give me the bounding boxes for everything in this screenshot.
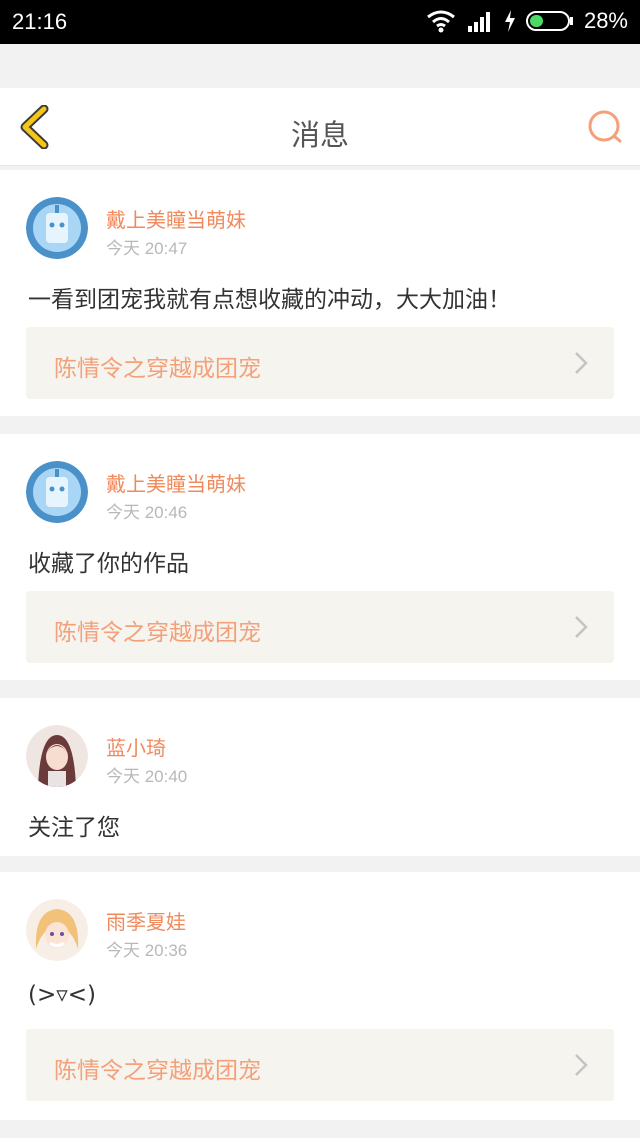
username[interactable]: 蓝小琦 — [106, 732, 166, 761]
message-card: 蓝小琦 今天 20:40 关注了您 — [0, 698, 640, 856]
search-icon — [588, 110, 622, 143]
timestamp: 今天 20:47 — [106, 239, 188, 258]
user-avatar-image — [26, 899, 88, 961]
timestamp: 今天 20:46 — [106, 503, 188, 522]
username[interactable]: 戴上美瞳当萌妹 — [106, 468, 246, 497]
book-title: 陈情令之穿越成团宠 — [54, 620, 261, 646]
avatar[interactable] — [26, 725, 88, 787]
status-time: 21:16 — [12, 9, 68, 34]
timestamp: 今天 20:36 — [106, 941, 188, 960]
chevron-right-icon — [575, 616, 588, 638]
message-card: 戴上美瞳当萌妹 今天 20:46 收藏了你的作品 陈情令之穿越成团宠 — [0, 434, 640, 680]
username[interactable]: 戴上美瞳当萌妹 — [106, 204, 246, 233]
app-header: 消息 — [0, 88, 640, 166]
signal-icon — [467, 12, 490, 32]
timestamp: 今天 20:40 — [106, 767, 188, 786]
avatar[interactable] — [26, 461, 88, 523]
book-link[interactable]: 陈情令之穿越成团宠 — [26, 1029, 614, 1101]
book-title: 陈情令之穿越成团宠 — [54, 1058, 261, 1084]
wifi-icon — [427, 10, 455, 33]
user-avatar-image — [26, 197, 88, 259]
message-text: 一看到团宠我就有点想收藏的冲动，大大加油！ — [28, 287, 511, 313]
battery-icon — [525, 11, 573, 31]
message-card: 戴上美瞳当萌妹 今天 20:47 一看到团宠我就有点想收藏的冲动，大大加油！ 陈… — [0, 170, 640, 416]
message-text: 关注了您 — [28, 815, 120, 841]
user-avatar-image — [26, 725, 88, 787]
page-title: 消息 — [290, 118, 349, 152]
book-title: 陈情令之穿越成团宠 — [54, 356, 261, 382]
battery-level: 28% — [583, 8, 628, 33]
chevron-right-icon — [575, 1054, 588, 1076]
book-link[interactable]: 陈情令之穿越成团宠 — [26, 327, 614, 399]
status-bar: 21:16 28% — [0, 0, 640, 44]
user-avatar-image — [26, 461, 88, 523]
message-text: (>▿<) — [28, 982, 97, 1008]
username[interactable]: 雨季夏娃 — [106, 906, 186, 935]
avatar[interactable] — [26, 197, 88, 259]
message-card: 雨季夏娃 今天 20:36 (>▿<) 陈情令之穿越成团宠 — [0, 872, 640, 1120]
chevron-right-icon — [575, 352, 588, 374]
message-text: 收藏了你的作品 — [28, 551, 189, 577]
search-button[interactable] — [584, 106, 626, 148]
book-link[interactable]: 陈情令之穿越成团宠 — [26, 591, 614, 663]
charging-icon — [504, 10, 515, 32]
avatar[interactable] — [26, 899, 88, 961]
